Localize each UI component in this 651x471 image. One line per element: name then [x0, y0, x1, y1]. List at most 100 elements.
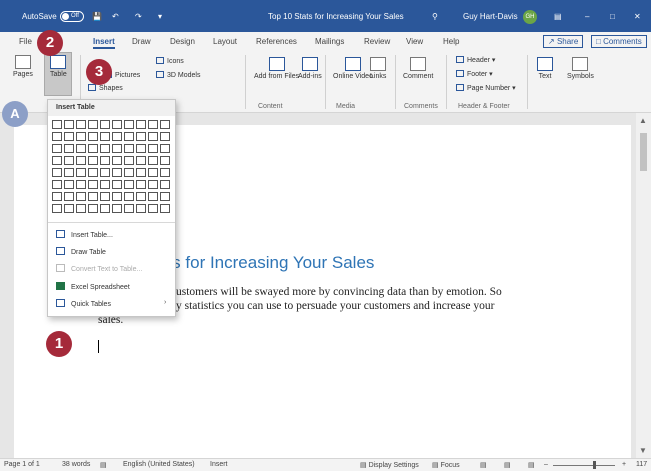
scroll-thumb[interactable] [640, 133, 647, 171]
links-button[interactable]: Links [370, 57, 386, 80]
table-grid-cell[interactable] [124, 132, 134, 141]
table-grid-cell[interactable] [136, 192, 146, 201]
table-grid-cell[interactable] [76, 180, 86, 189]
tab-mailings[interactable]: Mailings [315, 37, 344, 46]
table-grid-cell[interactable] [76, 132, 86, 141]
table-grid-cell[interactable] [124, 192, 134, 201]
table-grid-cell[interactable] [52, 144, 62, 153]
table-grid-cell[interactable] [160, 168, 170, 177]
table-grid-cell[interactable] [112, 168, 122, 177]
table-grid-cell[interactable] [136, 180, 146, 189]
tab-draw[interactable]: Draw [132, 37, 151, 46]
table-grid-cell[interactable] [148, 156, 158, 165]
table-grid-cell[interactable] [64, 144, 74, 153]
table-grid-cell[interactable] [160, 180, 170, 189]
table-grid-cell[interactable] [160, 132, 170, 141]
table-grid-cell[interactable] [112, 156, 122, 165]
table-grid-cell[interactable] [88, 156, 98, 165]
read-mode-icon[interactable]: ▤ [480, 461, 487, 469]
table-grid-cell[interactable] [64, 120, 74, 129]
3d-models-button[interactable]: 3D Models [156, 71, 200, 79]
user-name[interactable]: Guy Hart-Davis [463, 12, 518, 21]
zoom-level[interactable]: 117 [636, 461, 647, 468]
excel-spreadsheet-item[interactable]: Excel Spreadsheet [56, 282, 130, 294]
body-line-2[interactable]: y statistics you can use to persuade you… [176, 300, 494, 312]
table-grid-cell[interactable] [136, 132, 146, 141]
table-grid-cell[interactable] [100, 144, 110, 153]
symbols-button[interactable]: Symbols [567, 57, 594, 80]
table-grid-cell[interactable] [148, 192, 158, 201]
close-icon[interactable]: ✕ [634, 12, 641, 21]
zoom-thumb[interactable] [593, 461, 596, 469]
table-grid-cell[interactable] [160, 204, 170, 213]
table-grid-cell[interactable] [160, 120, 170, 129]
tab-file[interactable]: File [19, 37, 32, 46]
icons-button[interactable]: Icons [156, 57, 184, 65]
customize-icon[interactable]: ▾ [158, 12, 162, 21]
table-grid-cell[interactable] [148, 120, 158, 129]
table-grid-cell[interactable] [148, 168, 158, 177]
table-grid-cell[interactable] [52, 180, 62, 189]
table-grid-cell[interactable] [88, 192, 98, 201]
tab-layout[interactable]: Layout [213, 37, 237, 46]
web-layout-icon[interactable]: ▤ [528, 461, 535, 469]
tab-design[interactable]: Design [170, 37, 195, 46]
tab-references[interactable]: References [256, 37, 297, 46]
ribbon-display-icon[interactable]: ▤ [554, 12, 562, 21]
language[interactable]: English (United States) [123, 461, 195, 468]
online-video-button[interactable]: Online Video [333, 57, 373, 80]
table-grid-cell[interactable] [76, 168, 86, 177]
tab-insert[interactable]: Insert [93, 37, 115, 49]
scroll-up-icon[interactable]: ▲ [639, 116, 647, 125]
table-grid-cell[interactable] [100, 120, 110, 129]
table-grid-cell[interactable] [52, 192, 62, 201]
table-grid-cell[interactable] [160, 144, 170, 153]
table-grid-cell[interactable] [76, 144, 86, 153]
table-grid-cell[interactable] [64, 192, 74, 201]
pages-button[interactable]: Pages [13, 55, 33, 78]
table-grid-cell[interactable] [100, 204, 110, 213]
table-grid-cell[interactable] [76, 204, 86, 213]
table-grid-cell[interactable] [136, 120, 146, 129]
autosave-toggle[interactable]: Off [60, 11, 84, 22]
display-settings[interactable]: ▤ Display Settings [360, 461, 419, 469]
table-grid-cell[interactable] [64, 132, 74, 141]
tab-help[interactable]: Help [443, 37, 459, 46]
maximize-icon[interactable]: □ [610, 12, 615, 21]
table-grid-cell[interactable] [88, 180, 98, 189]
table-grid-cell[interactable] [52, 156, 62, 165]
quick-tables-item[interactable]: Quick Tables [56, 299, 111, 311]
undo-icon[interactable]: ↶ [112, 12, 119, 21]
table-grid-cell[interactable] [100, 132, 110, 141]
zoom-out-icon[interactable]: – [544, 461, 548, 468]
table-grid-cell[interactable] [112, 180, 122, 189]
table-grid-cell[interactable] [160, 156, 170, 165]
avatar[interactable]: GH [523, 10, 537, 24]
document-heading[interactable]: ats for Increasing Your Sales [158, 253, 374, 273]
zoom-in-icon[interactable]: + [622, 461, 626, 468]
table-grid-cell[interactable] [124, 156, 134, 165]
table-grid-cell[interactable] [100, 156, 110, 165]
add-from-files-button[interactable]: Add from Files [254, 57, 299, 80]
table-grid-cell[interactable] [100, 180, 110, 189]
footer-button[interactable]: Footer ▾ [456, 70, 493, 78]
shapes-button[interactable]: Shapes [88, 84, 123, 92]
table-grid-cell[interactable] [148, 144, 158, 153]
table-grid-cell[interactable] [64, 156, 74, 165]
table-grid-cell[interactable] [136, 156, 146, 165]
comment-button[interactable]: Comment [403, 57, 433, 80]
word-count[interactable]: 38 words [62, 461, 90, 468]
page-number-button[interactable]: Page Number ▾ [456, 84, 516, 92]
table-grid-cell[interactable] [64, 180, 74, 189]
table-grid-cell[interactable] [124, 144, 134, 153]
table-grid-cell[interactable] [148, 180, 158, 189]
table-grid-cell[interactable] [124, 204, 134, 213]
draw-table-item[interactable]: Draw Table [56, 247, 106, 259]
redo-icon[interactable]: ↷ [135, 12, 142, 21]
table-grid-cell[interactable] [88, 144, 98, 153]
table-grid-cell[interactable] [76, 192, 86, 201]
table-grid-cell[interactable] [88, 120, 98, 129]
insert-mode[interactable]: Insert [210, 461, 228, 468]
table-grid-cell[interactable] [148, 132, 158, 141]
table-grid-cell[interactable] [64, 168, 74, 177]
